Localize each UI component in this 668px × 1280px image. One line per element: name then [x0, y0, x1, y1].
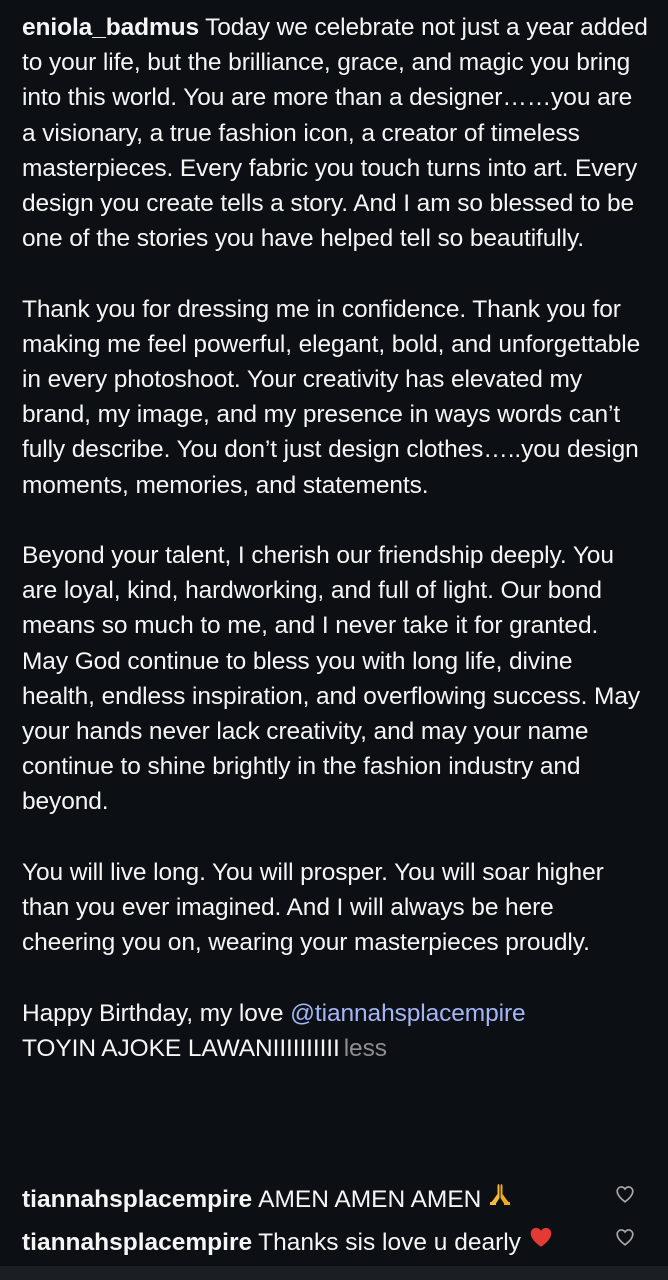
caption-paragraph: Thank you for dressing me in confidence.… [22, 295, 641, 499]
mention-link[interactable]: @tiannahsplacempire [290, 1000, 526, 1027]
caption-text: Today we celebrate not just a year added… [22, 14, 648, 253]
less-link[interactable]: less [344, 1035, 387, 1062]
comment-username[interactable]: tiannahsplacempire [22, 1186, 252, 1213]
caption-username[interactable]: eniola_badmus [22, 14, 199, 41]
comment-row: tiannahsplacempire Thanks sis love u dear… [22, 1227, 602, 1259]
bottom-bar [0, 1266, 668, 1280]
praying-hands-icon [487, 1181, 513, 1216]
closing-text: Happy Birthday, my love [22, 999, 284, 1027]
post-caption: eniola_badmus Today we celebrate not just… [22, 10, 650, 1066]
caption-paragraph: Beyond your talent, I cherish our friend… [22, 542, 641, 816]
comment-username[interactable]: tiannahsplacempire [22, 1229, 252, 1256]
heart-outline-icon[interactable] [614, 1183, 640, 1207]
caption-closing: Happy Birthday, my love @tiannahsplacemp… [22, 996, 650, 1066]
comment-text: AMEN AMEN AMEN [258, 1186, 482, 1213]
caption-paragraph: eniola_badmus Today we celebrate not just… [22, 10, 650, 256]
heart-outline-icon[interactable] [614, 1226, 640, 1250]
comment-text: Thanks sis love u dearly [258, 1229, 521, 1256]
caption-paragraph: You will live long. You will prosper. Yo… [22, 858, 604, 957]
closing-line-2: TOYIN AJOKE LAWANIIIIIIIIII [22, 1034, 340, 1062]
red-heart-icon [527, 1224, 555, 1259]
comment-row: tiannahsplacempire AMEN AMEN AMEN [22, 1184, 602, 1216]
